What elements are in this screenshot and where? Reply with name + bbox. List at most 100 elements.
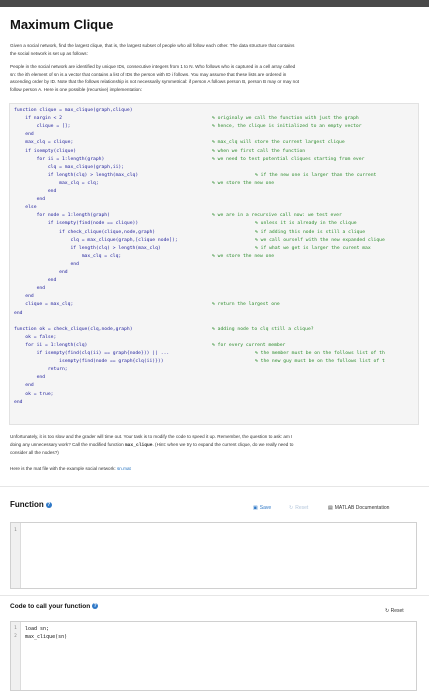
line-number: 2 [14, 634, 17, 639]
code-comment: % adding node to clq still a clique? [212, 326, 314, 332]
code-comment: % when we first call the function [212, 148, 306, 154]
call-code-line[interactable]: load sn; [25, 626, 49, 632]
code-line: end [14, 383, 34, 389]
matlab-documentation-button[interactable]: ▤ MATLAB Documentation [328, 505, 389, 512]
page-title: Maximum Clique [10, 17, 114, 32]
intro-paragraph-1: Given a social network, find the largest… [10, 42, 415, 57]
instruction-text: . (Hint: when we try to expand the curre… [152, 441, 294, 447]
reset-icon: ↻ [385, 608, 390, 614]
call-title-text: Code to call your function [10, 603, 91, 610]
save-label: Save [259, 505, 272, 511]
code-comment: % the member must be on the follows list… [255, 351, 385, 356]
code-line: end [14, 197, 46, 203]
top-bar [0, 0, 429, 7]
intro-line: the social network is set up as follows: [10, 50, 88, 56]
code-comment: % we store the new one [212, 253, 275, 259]
code-line: ok = true; [14, 391, 54, 397]
code-comment: % the new guy must be on the follows lis… [255, 359, 385, 365]
reset-button[interactable]: ↻ Reset [289, 505, 308, 512]
code-line: end [14, 270, 68, 275]
code-line: if isempty(find(node == clique)) [14, 221, 139, 227]
code-line: end [14, 261, 79, 267]
intro-line: People in the social network are identif… [10, 64, 296, 69]
code-line: else [14, 205, 37, 211]
call-reset-button[interactable]: ↻ Reset [385, 608, 404, 614]
code-comment: % hence, the clique is initialized to an… [212, 124, 362, 130]
document-icon: ▤ [328, 505, 333, 511]
code-line: function ok = check_clique(clq,node,grap… [14, 326, 133, 332]
code-line: end [14, 278, 57, 284]
code-line: end [14, 399, 23, 405]
line-number: 1 [14, 528, 17, 533]
mat-file-text: Here is the mat file with the example so… [10, 466, 117, 471]
sn-mat-link[interactable]: sn.mat [117, 466, 131, 471]
code-line: max_clq = clq; [14, 253, 122, 259]
code-line: if length(clq) > length(max_clq) [14, 172, 139, 178]
reset-label: Reset [295, 505, 309, 511]
call-code-line[interactable]: max_clique(sn) [25, 634, 67, 640]
section-divider [0, 486, 429, 487]
code-comment: % unless it is already in the clique [255, 221, 357, 227]
intro-line: Given a social network, find the largest… [10, 43, 295, 48]
code-line: end [14, 310, 23, 316]
code-line: return; [14, 367, 68, 373]
instruction-text: doing any unnecessary work? Call the mod… [10, 441, 125, 447]
help-icon[interactable]: ? [92, 603, 99, 609]
save-button[interactable]: ▣ Save [253, 505, 271, 512]
code-line: for node = 1:length(graph) [14, 213, 110, 219]
code-line: isempty(find(node == graph{clq(ii)})) [14, 359, 164, 365]
code-listing-max-clique: function clique = max_clique(graph,cliqu… [9, 103, 419, 425]
section-divider [0, 595, 429, 596]
code-comment: % if adding this node is still a clique [255, 229, 366, 235]
function-title-text: Function [10, 500, 44, 509]
instructions-paragraph: Unfortunately, it is too slow and the gr… [10, 433, 415, 457]
help-icon[interactable]: ? [45, 502, 52, 508]
line-number-gutter: 1 [11, 523, 21, 588]
code-line: end [14, 294, 34, 300]
instruction-line: Unfortunately, it is too slow and the gr… [10, 434, 293, 439]
code-line: clq = max_clique(graph,ii); [14, 164, 125, 170]
save-icon: ▣ [253, 505, 258, 511]
intro-line: ascending order by ID. Note that the fol… [10, 79, 300, 84]
call-editor[interactable]: 1 2 load sn; max_clique(sn) [10, 621, 417, 691]
intro-line: follow person A. Here is one possible (r… [10, 86, 143, 92]
code-line: end [14, 375, 46, 381]
code-comment: % if what we get is larger the curent ma… [255, 245, 371, 251]
function-name-code: max_clique [124, 442, 153, 448]
code-line: for ii = 1:length(clq) [14, 342, 88, 348]
intro-paragraph-2: People in the social network are identif… [10, 63, 415, 93]
call-section-title: Code to call your function? [10, 603, 99, 610]
code-line: if nargin < 2 [14, 116, 62, 122]
code-comment: % we are in a recursive call now: we tes… [212, 213, 342, 219]
code-line: end [14, 189, 57, 194]
code-comment: % return the largest one [212, 302, 280, 308]
code-comment: % max_clq will store the current largest… [212, 140, 345, 146]
documentation-label: MATLAB Documentation [334, 505, 390, 511]
code-comment: % we need to test potential cliques star… [212, 156, 365, 162]
code-line: max_clq = clq; [14, 180, 99, 186]
code-line: if isempty(find(clq(ii) == graph{node}))… [14, 351, 170, 356]
code-comment: % for every current member [212, 342, 286, 348]
code-line: end [14, 132, 34, 138]
line-number-gutter: 1 2 [11, 622, 21, 690]
code-comment: % originaly we call the function with ju… [212, 116, 359, 122]
code-line: if check_clique(clique,node,graph) [14, 229, 156, 235]
code-line: clq = max_clique(graph,[clique node]); [14, 237, 178, 243]
code-line: max_clq = clique; [14, 140, 74, 146]
code-line: if isempty(clique) [14, 148, 77, 154]
function-editor[interactable]: 1 [10, 522, 417, 589]
code-comment: % we call ourself with the new expanded … [255, 237, 385, 243]
code-line: ok = false; [14, 334, 57, 340]
instruction-line: consider all the nodes?) [10, 450, 59, 455]
code-line: clique = max_clq; [14, 302, 74, 308]
instruction-line: doing any unnecessary work? Call the mod… [10, 441, 415, 450]
function-section-title: Function? [10, 500, 52, 509]
code-comment: % if the new one is larger than the curr… [255, 172, 377, 178]
reset-icon: ↻ [289, 505, 294, 511]
code-line: if length(clq) > length(max_clq) [14, 245, 161, 251]
reset-label: Reset [390, 608, 404, 614]
code-line: end [14, 286, 46, 292]
line-number: 1 [14, 626, 17, 631]
code-comment: % we store the new one [212, 180, 275, 186]
code-line: clique = []; [14, 124, 71, 130]
